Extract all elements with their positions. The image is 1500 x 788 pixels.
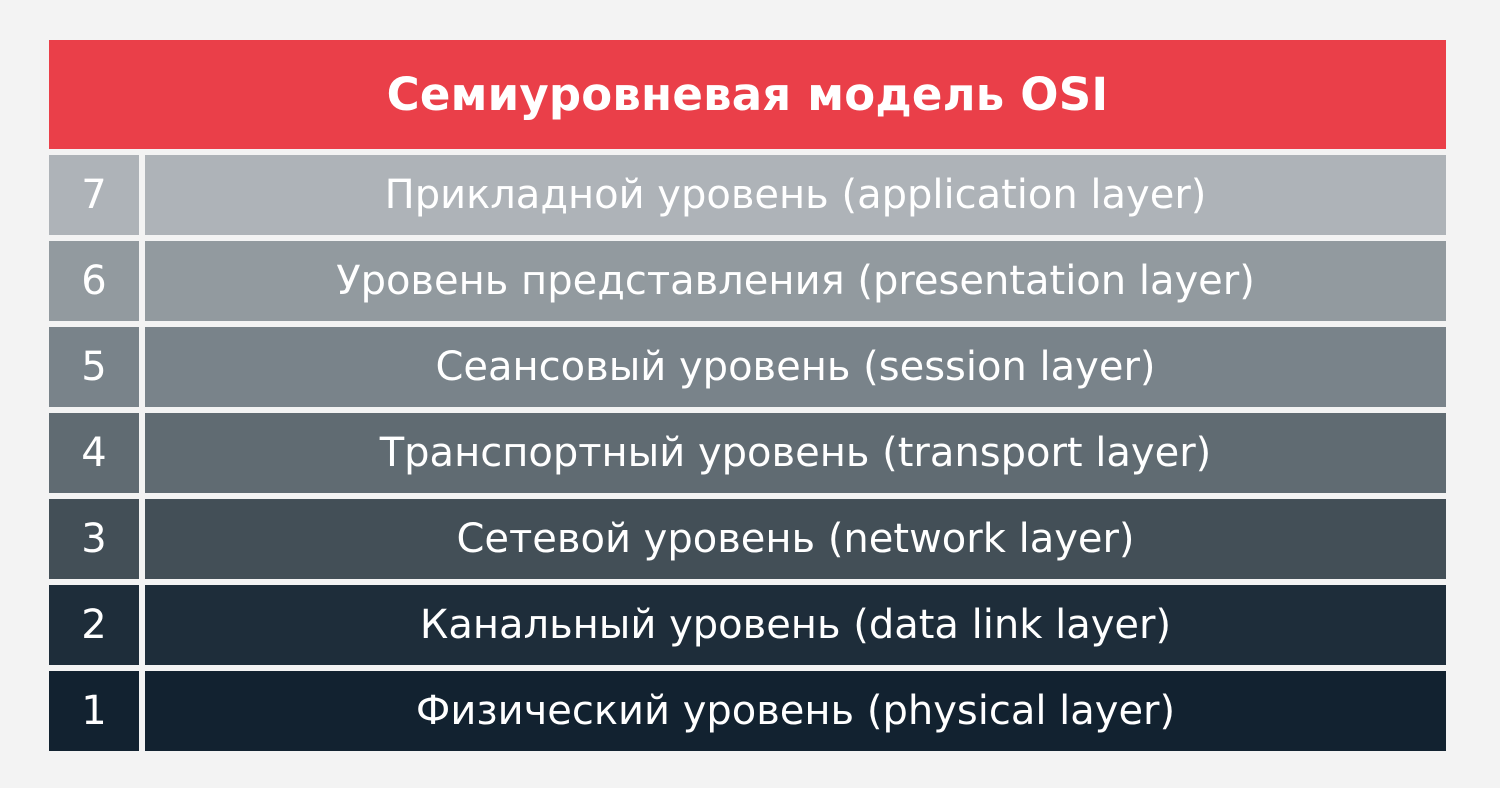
- layer-number: 1: [49, 671, 139, 751]
- layer-row-6: 6 Уровень представления (presentation la…: [49, 241, 1446, 321]
- layer-number: 2: [49, 585, 139, 665]
- layer-row-1: 1 Физический уровень (physical layer): [49, 671, 1446, 751]
- layer-row-7: 7 Прикладной уровень (application layer): [49, 155, 1446, 235]
- layer-number: 7: [49, 155, 139, 235]
- layer-row-5: 5 Сеансовый уровень (session layer): [49, 327, 1446, 407]
- osi-model-title: Семиуровневая модель OSI: [49, 40, 1446, 149]
- osi-model-table: Семиуровневая модель OSI 7 Прикладной ур…: [49, 40, 1446, 751]
- layer-row-4: 4 Транспортный уровень (transport layer): [49, 413, 1446, 493]
- layer-number: 5: [49, 327, 139, 407]
- layer-name: Сеансовый уровень (session layer): [145, 327, 1446, 407]
- layer-name: Уровень представления (presentation laye…: [145, 241, 1446, 321]
- layer-number: 6: [49, 241, 139, 321]
- layer-name: Прикладной уровень (application layer): [145, 155, 1446, 235]
- layer-name: Сетевой уровень (network layer): [145, 499, 1446, 579]
- layer-row-2: 2 Канальный уровень (data link layer): [49, 585, 1446, 665]
- layer-name: Физический уровень (physical layer): [145, 671, 1446, 751]
- osi-layers-list: 7 Прикладной уровень (application layer)…: [49, 155, 1446, 751]
- layer-number: 3: [49, 499, 139, 579]
- layer-name: Канальный уровень (data link layer): [145, 585, 1446, 665]
- layer-name: Транспортный уровень (transport layer): [145, 413, 1446, 493]
- layer-row-3: 3 Сетевой уровень (network layer): [49, 499, 1446, 579]
- layer-number: 4: [49, 413, 139, 493]
